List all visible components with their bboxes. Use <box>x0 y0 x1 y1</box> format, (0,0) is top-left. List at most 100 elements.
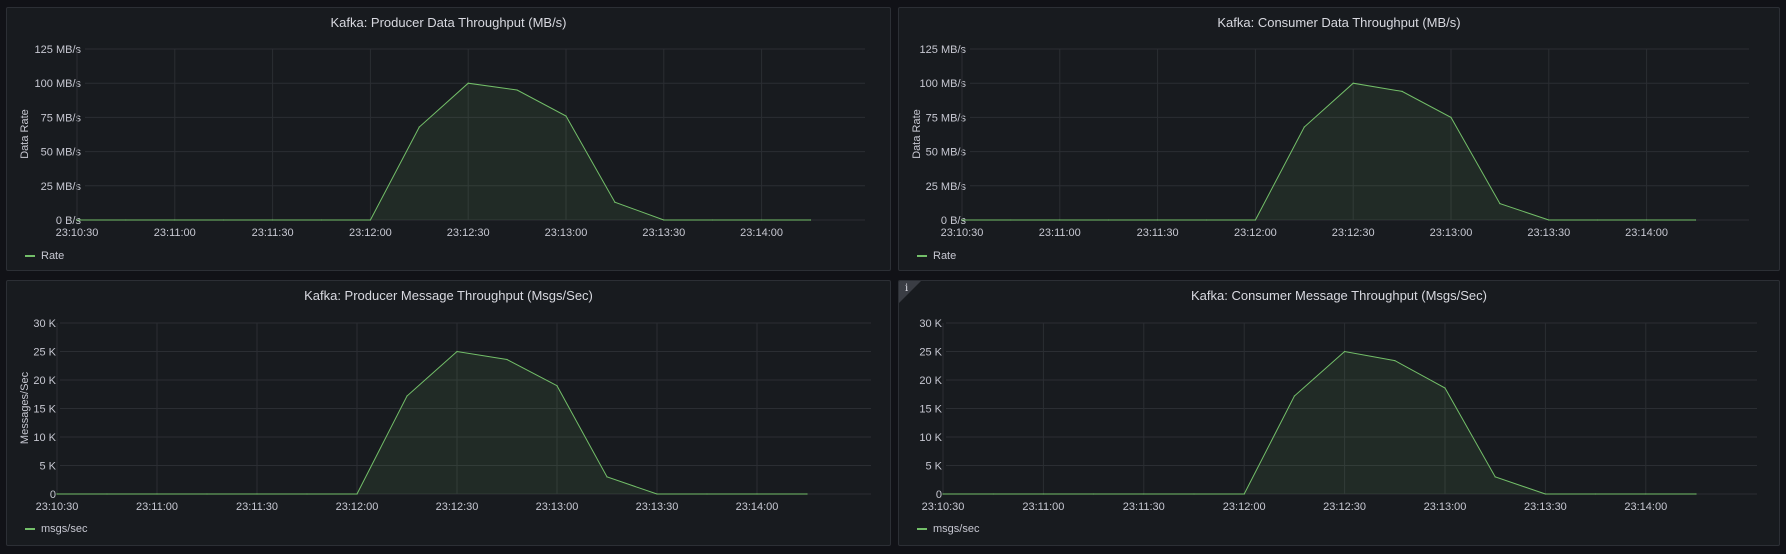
data-point <box>1394 360 1396 362</box>
data-point <box>1344 350 1346 353</box>
data-point <box>1042 493 1044 495</box>
x-tick-label: 23:13:30 <box>636 501 679 513</box>
data-point <box>1254 219 1256 221</box>
legend-swatch <box>917 528 927 530</box>
legend-label: Rate <box>41 250 65 262</box>
y-tick-label: 0 B/s <box>56 215 82 227</box>
data-point <box>761 219 763 221</box>
data-point <box>1193 493 1195 495</box>
x-tick-label: 23:11:30 <box>252 227 294 239</box>
y-tick-label: 25 K <box>919 347 942 359</box>
data-point <box>467 82 469 84</box>
x-tick-label: 23:14:00 <box>1625 227 1668 239</box>
data-point <box>306 493 308 495</box>
data-point <box>1243 493 1245 495</box>
legend[interactable]: Rate <box>917 250 956 262</box>
y-axis-label: Data Rate <box>19 109 31 159</box>
legend[interactable]: Rate <box>25 250 64 262</box>
data-point <box>1157 219 1159 221</box>
data-point <box>556 385 558 387</box>
data-point <box>418 126 420 128</box>
data-point <box>614 201 616 203</box>
x-tick-label: 23:10:30 <box>56 227 99 239</box>
y-tick-label: 30 K <box>33 318 56 330</box>
data-point <box>1352 82 1354 84</box>
y-axis-label: Messages/Sec <box>19 371 31 444</box>
legend-label: Rate <box>933 250 957 262</box>
data-point <box>206 493 208 495</box>
data-point <box>272 219 274 221</box>
data-point <box>1544 493 1546 495</box>
y-tick-label: 10 K <box>919 432 942 444</box>
data-point <box>1646 219 1648 221</box>
y-tick-label: 125 MB/s <box>35 44 82 56</box>
legend-swatch <box>917 255 927 257</box>
data-point <box>806 493 808 495</box>
data-point <box>456 350 458 353</box>
y-tick-label: 0 B/s <box>941 215 967 227</box>
y-tick-label: 75 MB/s <box>41 112 82 124</box>
x-tick-label: 23:11:00 <box>136 501 178 513</box>
x-tick-label: 23:13:00 <box>545 227 588 239</box>
x-tick-label: 23:14:00 <box>740 227 783 239</box>
x-tick-label: 23:11:00 <box>1039 227 1081 239</box>
panel-consumer-message-throughput: i Kafka: Consumer Message Throughput (Ms… <box>898 280 1780 546</box>
data-point <box>565 115 567 117</box>
panel-producer-data-throughput: Kafka: Producer Data Throughput (MB/s) 0… <box>6 7 891 271</box>
legend-label: msgs/sec <box>41 523 88 535</box>
data-point <box>992 493 994 495</box>
data-point <box>356 493 358 495</box>
y-tick-label: 30 K <box>919 318 942 330</box>
panel-consumer-data-throughput: Kafka: Consumer Data Throughput (MB/s) 0… <box>898 7 1780 271</box>
data-point <box>369 219 371 221</box>
data-point <box>1444 387 1446 389</box>
data-point <box>1059 219 1061 221</box>
y-tick-label: 25 K <box>33 347 56 359</box>
data-point <box>1108 219 1110 221</box>
data-point <box>125 219 127 221</box>
data-point <box>1595 493 1597 495</box>
data-point <box>942 493 944 495</box>
chart-producer-message-throughput: 0 5 K 10 K 15 K 20 K 25 K 30 K 23:10:30 23:11:00… <box>19 318 871 513</box>
y-tick-label: 0 <box>50 489 56 501</box>
data-point <box>1499 202 1501 205</box>
x-tick-label: 23:10:30 <box>36 501 79 513</box>
data-point <box>506 358 508 361</box>
series-area <box>943 351 1696 494</box>
y-tick-label: 20 K <box>33 375 56 387</box>
data-point <box>1597 219 1599 221</box>
y-tick-label: 5 K <box>925 461 942 473</box>
data-point <box>174 219 176 221</box>
x-tick-label: 23:13:30 <box>642 227 685 239</box>
series-area <box>57 351 807 494</box>
x-tick-label: 23:14:00 <box>736 501 779 513</box>
data-point <box>256 493 258 495</box>
data-point <box>1695 493 1697 495</box>
x-tick-label: 23:10:30 <box>941 227 984 239</box>
x-tick-label: 23:13:00 <box>1430 227 1473 239</box>
legend[interactable]: msgs/sec <box>25 523 87 535</box>
y-tick-label: 15 K <box>33 404 56 416</box>
y-tick-label: 5 K <box>39 461 56 473</box>
data-point <box>223 219 225 221</box>
x-tick-label: 23:13:30 <box>1527 227 1570 239</box>
y-axis-label: Data Rate <box>911 109 923 159</box>
data-point <box>1293 395 1295 397</box>
y-tick-label: 125 MB/s <box>920 44 967 56</box>
chart-consumer-data-throughput: 0 B/s 25 MB/s 50 MB/s 75 MB/s 100 MB/s 125 MB… <box>911 44 1749 239</box>
data-point <box>1143 493 1145 495</box>
x-tick-label: 23:12:00 <box>336 501 379 513</box>
legend[interactable]: msgs/sec <box>917 523 979 535</box>
data-point <box>1694 219 1697 221</box>
data-point <box>961 219 963 221</box>
data-point <box>320 219 323 221</box>
chart-producer-data-throughput: 0 B/s 25 MB/s 50 MB/s 75 MB/s 100 MB/s 125 MB… <box>19 44 865 239</box>
y-tick-label: 100 MB/s <box>35 78 82 90</box>
legend-swatch <box>25 528 35 530</box>
x-tick-label: 23:11:30 <box>236 501 278 513</box>
data-point <box>656 493 658 495</box>
data-point <box>706 493 708 495</box>
y-tick-label: 75 MB/s <box>926 112 967 124</box>
chart-consumer-message-throughput: 0 5 K 10 K 15 K 20 K 25 K 30 K 23:10:30 23:11:00… <box>919 318 1757 513</box>
panel-producer-message-throughput: Kafka: Producer Message Throughput (Msgs… <box>6 280 891 546</box>
